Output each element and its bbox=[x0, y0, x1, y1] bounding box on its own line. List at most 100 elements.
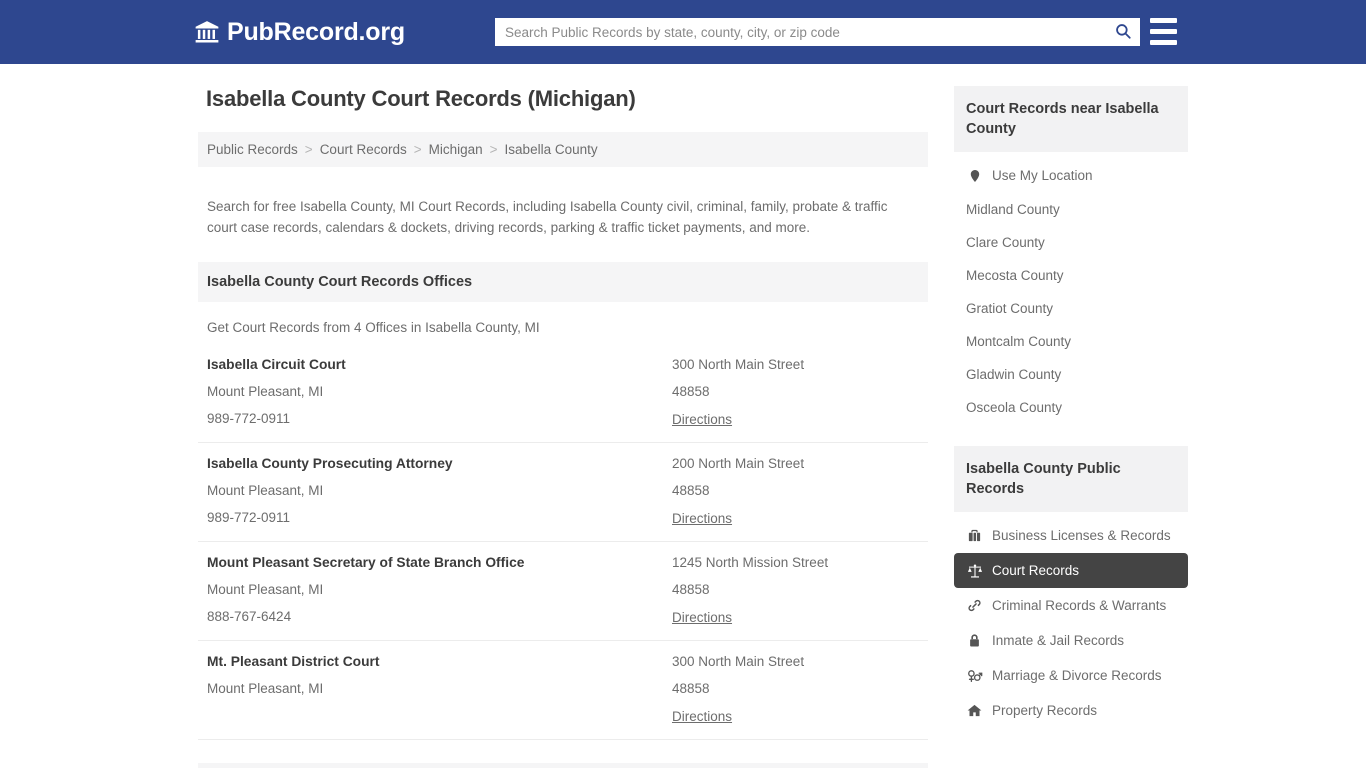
scales-of-justice-icon bbox=[966, 562, 983, 579]
list-item: Osceola County bbox=[954, 391, 1188, 424]
search-icon bbox=[1114, 22, 1132, 43]
breadcrumb: Public Records > Court Records > Michiga… bbox=[198, 132, 928, 167]
table-row: Isabella County Prosecuting Attorney Mou… bbox=[198, 443, 928, 543]
site-logo[interactable]: PubRecord.org bbox=[194, 18, 405, 47]
sidebar-item-property-records[interactable]: Property Records bbox=[954, 693, 1188, 728]
page-title: Isabella County Court Records (Michigan) bbox=[206, 86, 636, 111]
sidebar-item-gladwin-county[interactable]: Gladwin County bbox=[954, 358, 1188, 391]
offices-list: Isabella Circuit Court Mount Pleasant, M… bbox=[198, 344, 928, 741]
office-info: Isabella County Prosecuting Attorney Mou… bbox=[207, 456, 672, 528]
office-zip: 48858 bbox=[672, 681, 710, 697]
office-zip: 48858 bbox=[672, 582, 710, 598]
sidebar-item-marriage-divorce-records[interactable]: Marriage & Divorce Records bbox=[954, 658, 1188, 693]
office-phone: 989-772-0911 bbox=[207, 411, 291, 427]
list-item: Use My Location bbox=[954, 158, 1188, 193]
list-item: Criminal Records & Warrants bbox=[954, 588, 1188, 623]
list-item: Montcalm County bbox=[954, 325, 1188, 358]
gender-symbols-icon bbox=[966, 667, 983, 684]
hamburger-menu-icon[interactable] bbox=[1150, 18, 1177, 45]
public-records-list: Business Licenses & Records Court Record… bbox=[954, 512, 1188, 728]
office-street: 1245 North Mission Street bbox=[672, 555, 829, 571]
sidebar: Court Records near Isabella County Use M… bbox=[954, 86, 1188, 768]
menu-bar-1 bbox=[1150, 18, 1177, 23]
list-item: Inmate & Jail Records bbox=[954, 623, 1188, 658]
sidebar-item-label: Property Records bbox=[992, 703, 1098, 718]
table-row: Isabella Circuit Court Mount Pleasant, M… bbox=[198, 344, 928, 444]
directions-link[interactable]: Directions bbox=[672, 709, 732, 724]
office-city: Mount Pleasant, MI bbox=[207, 681, 324, 697]
sidebar-item-clare-county[interactable]: Clare County bbox=[954, 226, 1188, 259]
sidebar-item-label: Inmate & Jail Records bbox=[992, 633, 1125, 648]
breadcrumb-item-public-records[interactable]: Public Records bbox=[207, 142, 298, 157]
sidebar-item-label: Business Licenses & Records bbox=[992, 528, 1171, 543]
table-row: Mt. Pleasant District Court Mount Pleasa… bbox=[198, 641, 928, 741]
list-item: Marriage & Divorce Records bbox=[954, 658, 1188, 693]
office-info: Isabella Circuit Court Mount Pleasant, M… bbox=[207, 357, 672, 429]
directions-link[interactable]: Directions bbox=[672, 412, 732, 427]
list-item: Clare County bbox=[954, 226, 1188, 259]
search-bar bbox=[495, 18, 1140, 46]
list-item: Mecosta County bbox=[954, 259, 1188, 292]
breadcrumb-item-michigan[interactable]: Michigan bbox=[429, 142, 483, 157]
sidebar-item-label: Clare County bbox=[966, 235, 1045, 250]
office-name: Isabella Circuit Court bbox=[207, 357, 346, 373]
offices-section-subheading: Get Court Records from 4 Offices in Isab… bbox=[207, 320, 540, 336]
list-item: Gratiot County bbox=[954, 292, 1188, 325]
office-city: Mount Pleasant, MI bbox=[207, 582, 324, 598]
office-address-block: 200 North Main Street 48858 Directions bbox=[672, 456, 919, 528]
sidebar-item-gratiot-county[interactable]: Gratiot County bbox=[954, 292, 1188, 325]
sidebar-item-label: Midland County bbox=[966, 202, 1060, 217]
breadcrumb-item-court-records[interactable]: Court Records bbox=[320, 142, 407, 157]
sidebar-item-label: Gladwin County bbox=[966, 367, 1062, 382]
search-input[interactable] bbox=[495, 18, 1106, 46]
office-info: Mount Pleasant Secretary of State Branch… bbox=[207, 555, 672, 627]
bank-building-icon bbox=[194, 19, 220, 45]
lock-icon bbox=[966, 632, 983, 649]
list-item: Business Licenses & Records bbox=[954, 518, 1188, 553]
office-phone: 989-772-0911 bbox=[207, 510, 291, 526]
offices-section-heading: Isabella County Court Records Offices bbox=[198, 262, 928, 303]
sidebar-item-label: Montcalm County bbox=[966, 334, 1072, 349]
office-address-block: 300 North Main Street 48858 Directions bbox=[672, 654, 919, 726]
office-zip: 48858 bbox=[672, 384, 710, 400]
sidebar-item-label: Criminal Records & Warrants bbox=[992, 598, 1167, 613]
sidebar-item-label: Use My Location bbox=[992, 168, 1093, 183]
sidebar-item-label: Mecosta County bbox=[966, 268, 1064, 283]
office-street: 300 North Main Street bbox=[672, 654, 805, 670]
sidebar-item-business-licenses[interactable]: Business Licenses & Records bbox=[954, 518, 1188, 553]
public-records-widget-heading: Isabella County Public Records bbox=[954, 446, 1188, 512]
breadcrumb-separator: > bbox=[413, 142, 422, 157]
page-intro-text: Search for free Isabella County, MI Cour… bbox=[207, 198, 888, 236]
sidebar-item-use-my-location[interactable]: Use My Location bbox=[954, 158, 1188, 193]
sidebar-item-court-records[interactable]: Court Records bbox=[954, 553, 1188, 588]
sidebar-item-criminal-records[interactable]: Criminal Records & Warrants bbox=[954, 588, 1188, 623]
sidebar-item-midland-county[interactable]: Midland County bbox=[954, 193, 1188, 226]
directions-link[interactable]: Directions bbox=[672, 610, 732, 625]
nearby-widget-heading: Court Records near Isabella County bbox=[954, 86, 1188, 152]
databases-section-heading: Isabella County Court Records Databases bbox=[198, 763, 928, 768]
sidebar-item-montcalm-county[interactable]: Montcalm County bbox=[954, 325, 1188, 358]
sidebar-item-label: Marriage & Divorce Records bbox=[992, 668, 1162, 683]
sidebar-item-label: Osceola County bbox=[966, 400, 1063, 415]
office-city: Mount Pleasant, MI bbox=[207, 384, 324, 400]
office-street: 200 North Main Street bbox=[672, 456, 805, 472]
sidebar-item-osceola-county[interactable]: Osceola County bbox=[954, 391, 1188, 424]
menu-bar-2 bbox=[1150, 29, 1177, 34]
office-address-block: 1245 North Mission Street 48858 Directio… bbox=[672, 555, 919, 627]
page-body: Isabella County Court Records (Michigan)… bbox=[0, 64, 1366, 768]
breadcrumb-item-isabella-county[interactable]: Isabella County bbox=[505, 142, 598, 157]
list-item: Gladwin County bbox=[954, 358, 1188, 391]
site-header: PubRecord.org bbox=[0, 0, 1366, 64]
nearby-court-records-widget: Court Records near Isabella County Use M… bbox=[954, 86, 1188, 424]
menu-bar-3 bbox=[1150, 40, 1177, 45]
directions-link[interactable]: Directions bbox=[672, 511, 732, 526]
office-street: 300 North Main Street bbox=[672, 357, 805, 373]
chain-link-icon bbox=[966, 597, 983, 614]
sidebar-item-label: Gratiot County bbox=[966, 301, 1054, 316]
sidebar-item-inmate-jail-records[interactable]: Inmate & Jail Records bbox=[954, 623, 1188, 658]
office-name: Mt. Pleasant District Court bbox=[207, 654, 380, 670]
search-button[interactable] bbox=[1106, 18, 1140, 46]
sidebar-item-mecosta-county[interactable]: Mecosta County bbox=[954, 259, 1188, 292]
nearby-county-list: Use My Location Midland County Clare Cou… bbox=[954, 152, 1188, 424]
public-records-widget: Isabella County Public Records Business … bbox=[954, 446, 1188, 728]
